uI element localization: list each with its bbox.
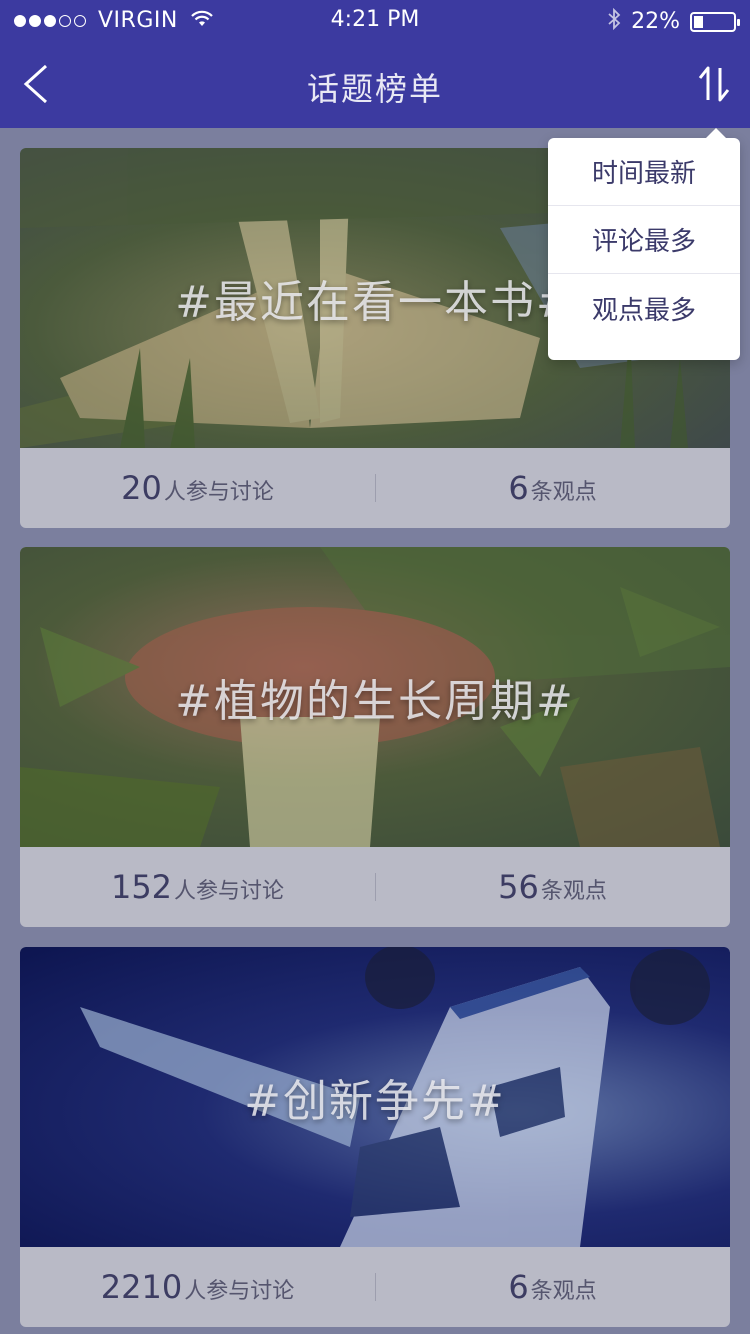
opinions-count: 6 (508, 469, 529, 507)
status-right: 22% (607, 7, 740, 35)
participants-label: 人参与讨论 (184, 1279, 295, 1304)
participants-count: 152 (110, 868, 173, 906)
opinions-label: 条观点 (540, 879, 607, 904)
battery-icon (690, 11, 740, 32)
opinions-label: 条观点 (530, 480, 597, 505)
opinions-stat: 6条观点 (375, 469, 730, 507)
status-bar: VIRGIN 4:21 PM 22% (0, 0, 750, 40)
participants-stat: 20人参与讨论 (20, 469, 375, 507)
battery-percent: 22% (631, 9, 680, 34)
opinions-stat: 6条观点 (375, 1268, 730, 1306)
navigation-bar: 话题榜单 (0, 40, 750, 128)
participants-stat: 152人参与讨论 (20, 868, 375, 906)
bluetooth-icon (607, 7, 621, 35)
stat-divider (375, 474, 376, 502)
opinions-count: 56 (498, 868, 539, 906)
topic-tag: #植物的生长周期# (175, 676, 575, 727)
topic-stats: 20人参与讨论 6条观点 (20, 448, 730, 528)
sort-arrows-icon (698, 66, 730, 102)
topic-tag: #创新争先# (244, 1076, 506, 1127)
opinions-count: 6 (508, 1268, 529, 1306)
topic-card[interactable]: #植物的生长周期# 152人参与讨论 56条观点 (20, 547, 730, 927)
participants-count: 2210 (100, 1268, 183, 1306)
topic-stats: 152人参与讨论 56条观点 (20, 847, 730, 927)
sort-menu: 时间最新 评论最多 观点最多 (548, 128, 740, 360)
topic-stats: 2210人参与讨论 6条观点 (20, 1247, 730, 1327)
page-title: 话题榜单 (306, 70, 443, 108)
sort-option-most-opinions[interactable]: 观点最多 (548, 274, 740, 342)
topic-image: #植物的生长周期# (20, 547, 730, 847)
battery-fill (694, 15, 703, 28)
stat-divider (375, 873, 376, 901)
participants-count: 20 (121, 469, 162, 507)
stat-divider (375, 1273, 376, 1301)
participants-stat: 2210人参与讨论 (20, 1268, 375, 1306)
participants-label: 人参与讨论 (163, 480, 274, 505)
sort-option-newest[interactable]: 时间最新 (548, 138, 740, 206)
sort-button[interactable] (696, 64, 732, 104)
menu-caret (706, 128, 726, 138)
topic-image: #创新争先# (20, 947, 730, 1247)
app-header: VIRGIN 4:21 PM 22% 话题榜单 (0, 0, 750, 128)
topic-card[interactable]: #创新争先# 2210人参与讨论 6条观点 (20, 947, 730, 1327)
opinions-stat: 56条观点 (375, 868, 730, 906)
participants-label: 人参与讨论 (174, 879, 285, 904)
sort-option-most-comments[interactable]: 评论最多 (548, 206, 740, 274)
opinions-label: 条观点 (530, 1279, 597, 1304)
